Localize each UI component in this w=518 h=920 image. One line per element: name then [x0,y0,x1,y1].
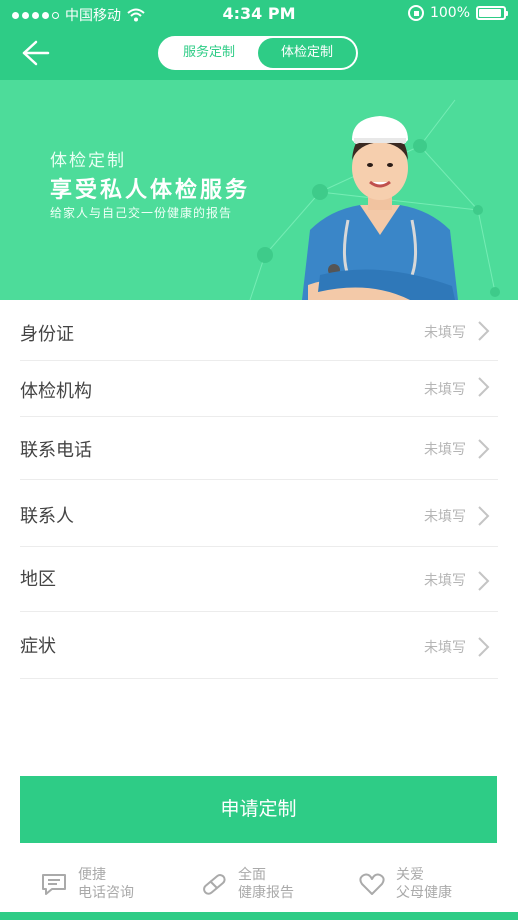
form-row-region[interactable]: 地区 未填写 [20,547,498,612]
feature-text: 便捷 电话咨询 [78,866,134,902]
form-row-id-card[interactable]: 身份证 未填写 [20,300,498,361]
feature-line1: 全面 [238,867,266,883]
feature-line2: 健康报告 [238,885,294,901]
form-row-label: 身份证 [20,324,74,345]
form-row-value: 未填写 [424,325,466,341]
pill-icon [203,874,226,895]
feature-footer: 便捷 电话咨询 全面 健康报告 关爱 父母健康 [0,858,518,910]
form-row-value: 未填写 [424,382,466,398]
promo-banner: 体检定制 享受私人体检服务 给家人与自己交一份健康的报告 [0,80,518,300]
heart-icon [359,873,385,895]
form-row-label: 症状 [20,636,56,657]
chevron-right-icon [478,439,490,459]
tab-service-custom[interactable]: 服务定制 [160,38,258,68]
form-row-label: 联系电话 [20,440,92,461]
chevron-right-icon [478,571,490,591]
feature-line1: 便捷 [78,867,106,883]
form-row-symptoms[interactable]: 症状 未填写 [20,612,498,679]
feature-line2: 父母健康 [396,885,452,901]
chevron-right-icon [478,321,490,341]
feature-health-report: 全面 健康报告 [200,858,294,910]
form-row-value: 未填写 [424,573,466,589]
submit-custom-button[interactable]: 申请定制 [20,776,497,843]
banner-subtitle: 体检定制 [50,151,126,171]
segmented-tabs: 服务定制 体检定制 [158,36,358,70]
form-row-label: 联系人 [20,506,74,527]
form-row-label: 地区 [20,569,56,590]
feature-text: 关爱 父母健康 [396,866,452,902]
feature-parent-care: 关爱 父母健康 [358,858,452,910]
form-row-institution[interactable]: 体检机构 未填写 [20,361,498,417]
feature-text: 全面 健康报告 [238,866,294,902]
form-row-phone[interactable]: 联系电话 未填写 [20,417,498,480]
feature-line2: 电话咨询 [78,885,134,901]
form-row-contact[interactable]: 联系人 未填写 [20,480,498,547]
feature-line1: 关爱 [396,867,424,883]
form-row-value: 未填写 [424,442,466,458]
back-arrow-icon[interactable] [20,38,52,68]
battery-icon [476,6,508,20]
battery-label: 100% [429,5,470,21]
chevron-right-icon [478,506,490,526]
nurse-illustration [302,116,458,300]
tab-checkup-custom[interactable]: 体检定制 [258,38,356,68]
status-bar: 中国移动 4:34 PM 100% [0,0,518,28]
banner-title: 享受私人体检服务 [50,178,251,203]
status-right: 100% [407,5,508,21]
form-row-label: 体检机构 [20,381,92,402]
rotation-lock-icon [407,5,424,21]
chat-icon [42,874,66,895]
form-row-value: 未填写 [424,509,466,525]
form-row-value: 未填写 [424,640,466,656]
banner-description: 给家人与自己交一份健康的报告 [50,206,233,220]
feature-phone-consult: 便捷 电话咨询 [40,858,134,910]
bottom-strip [0,912,518,920]
chevron-right-icon [478,377,490,397]
chevron-right-icon [478,637,490,657]
